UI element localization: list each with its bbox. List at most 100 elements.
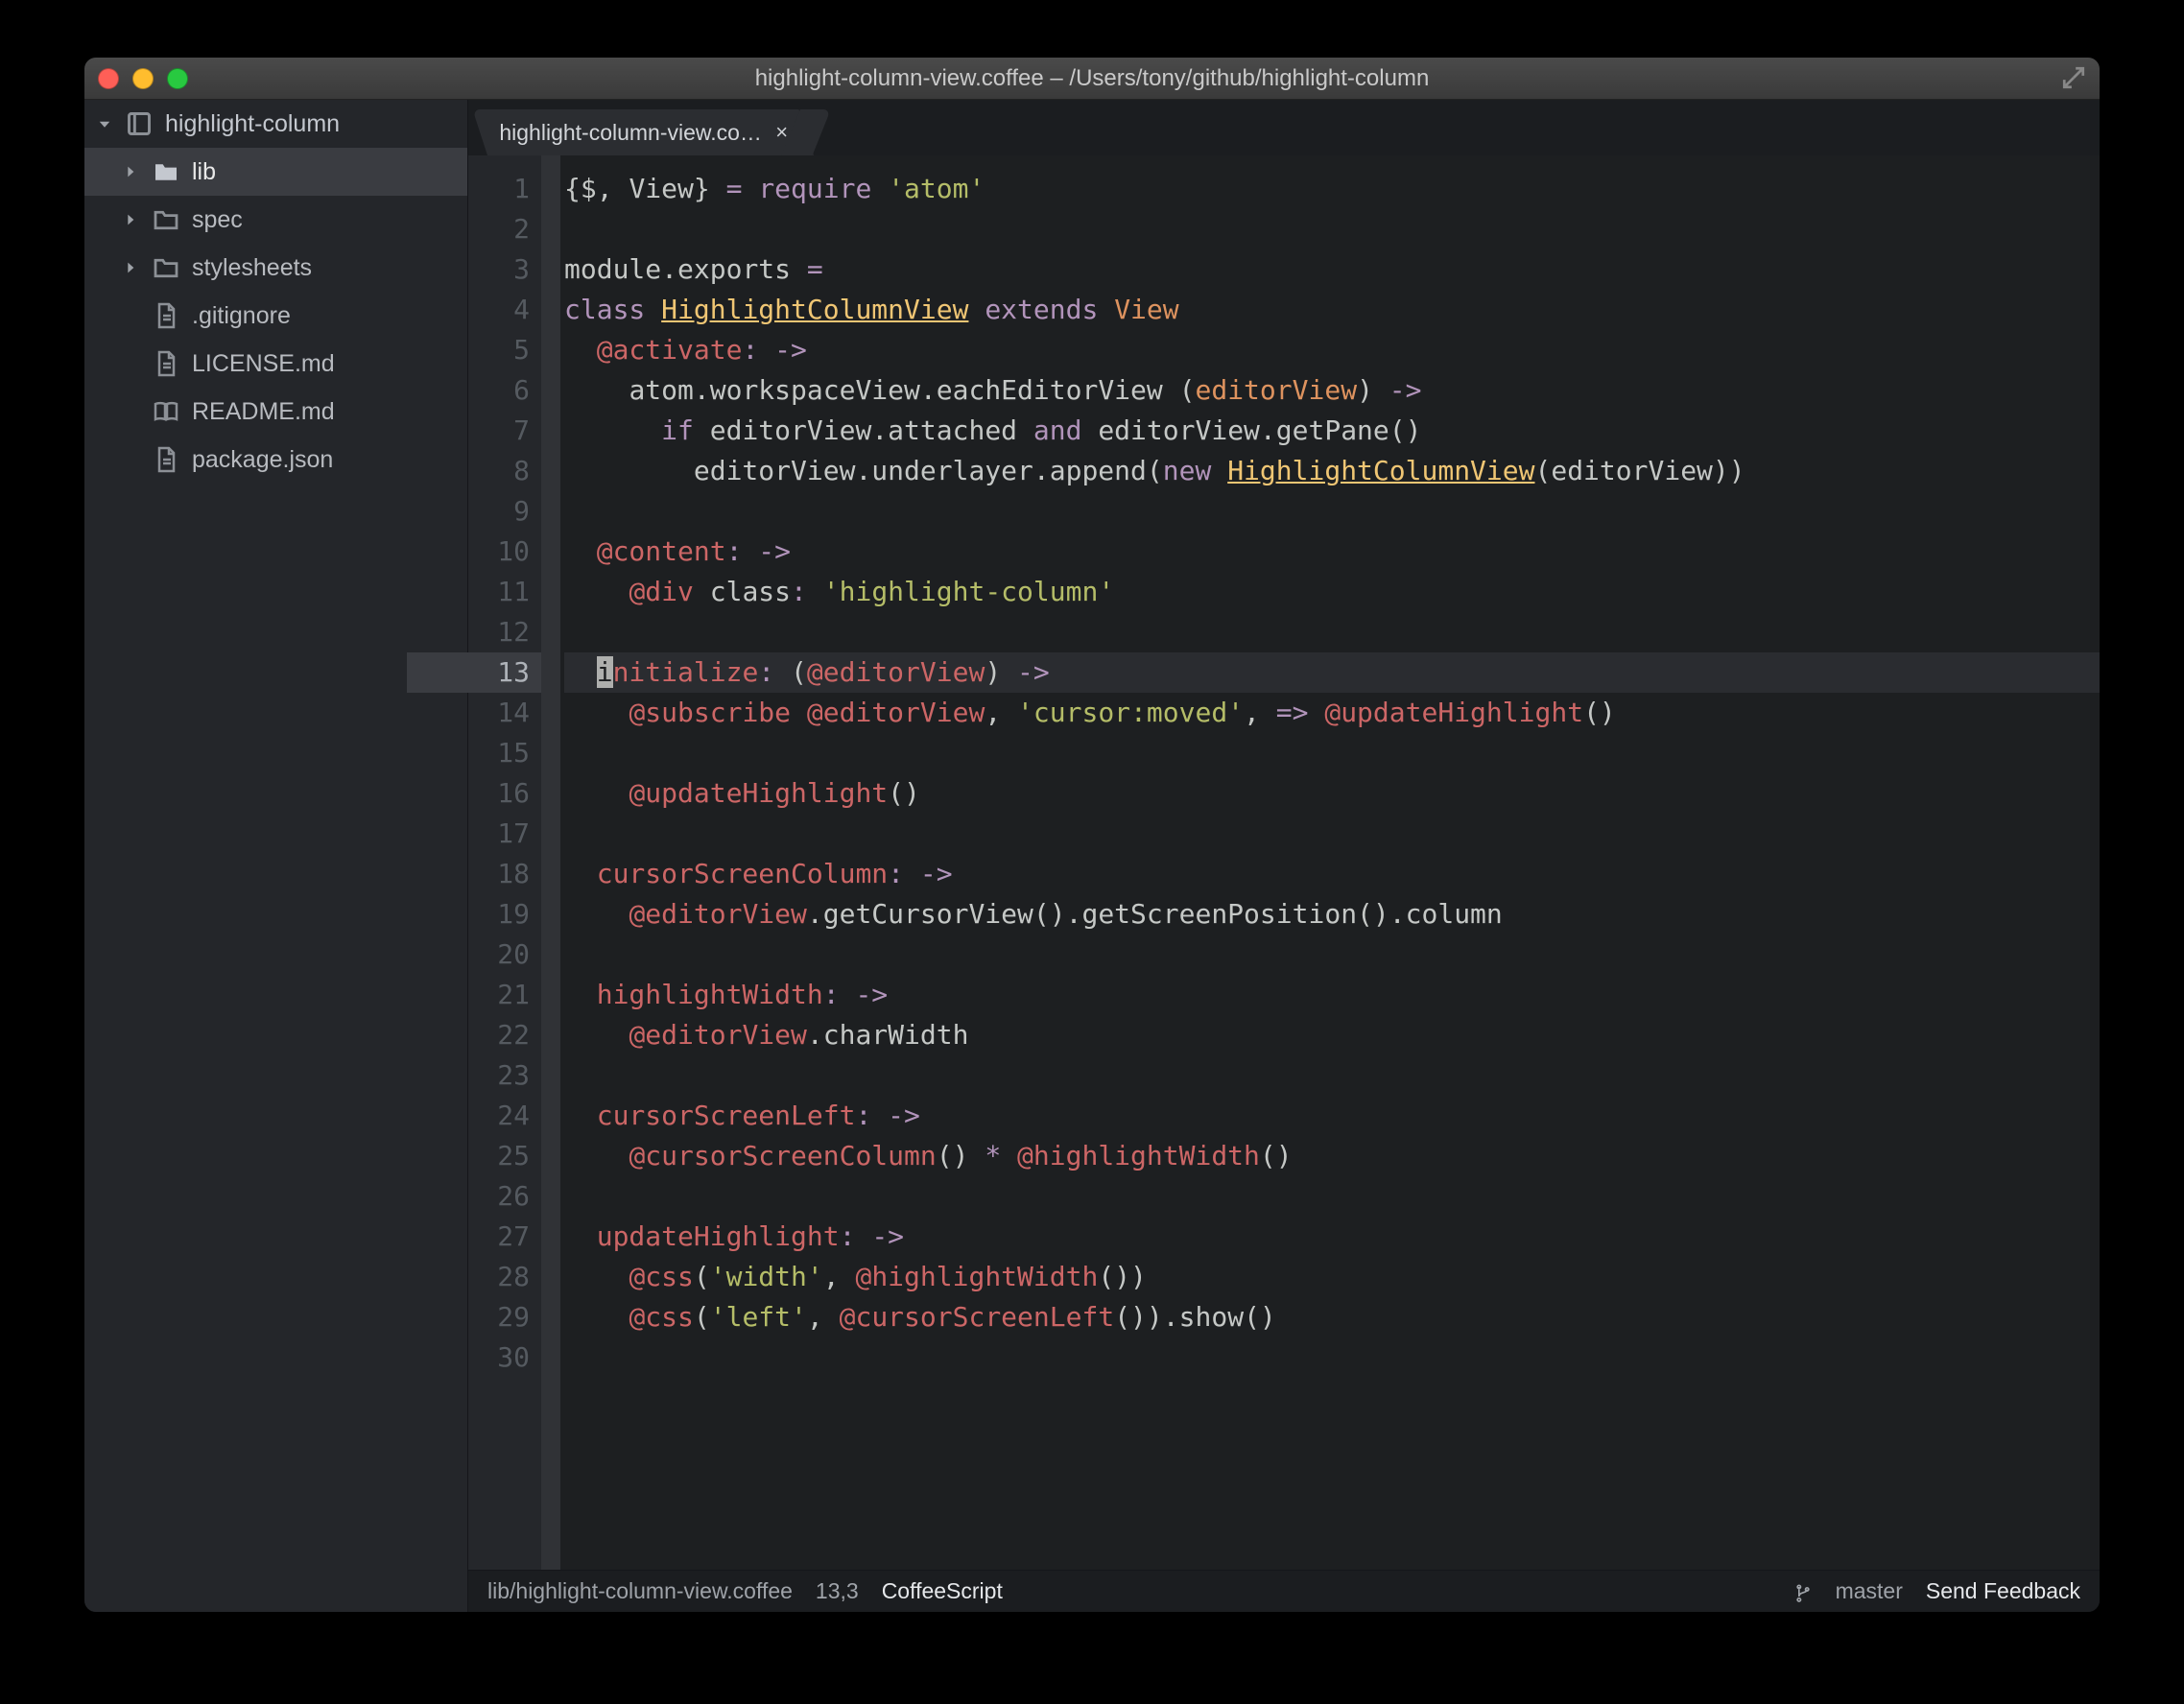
line-number[interactable]: 30 (468, 1337, 530, 1378)
line-number[interactable]: 18 (468, 854, 530, 894)
code-line[interactable]: @editorView.charWidth (564, 1015, 2100, 1055)
status-path[interactable]: lib/highlight-column-view.coffee (487, 1578, 793, 1604)
project-name: highlight-column (165, 110, 467, 138)
app-body: highlight-column lib specstylesheets.giti… (84, 100, 2100, 1612)
code-line[interactable]: @updateHighlight() (564, 773, 2100, 814)
folder-outline-icon (152, 209, 180, 230)
line-number[interactable]: 10 (468, 532, 530, 572)
project-root[interactable]: highlight-column (84, 100, 467, 148)
code-line[interactable] (564, 1337, 2100, 1378)
code-line[interactable]: updateHighlight: -> (564, 1217, 2100, 1257)
code-line[interactable]: {$, View} = require 'atom' (564, 169, 2100, 209)
code-line[interactable] (564, 814, 2100, 854)
code-line[interactable]: cursorScreenColumn: -> (564, 854, 2100, 894)
code-line[interactable] (564, 1176, 2100, 1217)
line-number[interactable]: 28 (468, 1257, 530, 1297)
traffic-lights (98, 68, 188, 89)
line-number[interactable]: 22 (468, 1015, 530, 1055)
code-line[interactable] (564, 733, 2100, 773)
code-line[interactable]: @css('width', @highlightWidth()) (564, 1257, 2100, 1297)
code-line[interactable]: atom.workspaceView.eachEditorView (edito… (564, 370, 2100, 411)
line-number[interactable]: 14 (468, 693, 530, 733)
fullscreen-icon[interactable] (2061, 65, 2086, 90)
code-line[interactable]: @content: -> (564, 532, 2100, 572)
line-number[interactable]: 13 (407, 652, 541, 693)
window-close-button[interactable] (98, 68, 119, 89)
tree-item-label: LICENSE.md (192, 350, 467, 378)
line-number[interactable]: 11 (468, 572, 530, 612)
line-number[interactable]: 25 (468, 1136, 530, 1176)
line-number[interactable]: 6 (468, 370, 530, 411)
line-number[interactable]: 23 (468, 1055, 530, 1096)
line-number[interactable]: 2 (468, 209, 530, 249)
line-number[interactable]: 26 (468, 1176, 530, 1217)
app-window: highlight-column-view.coffee – /Users/to… (84, 58, 2100, 1612)
tree-file[interactable]: README.md (84, 388, 467, 436)
code-line[interactable]: class HighlightColumnView extends View (564, 290, 2100, 330)
code-line[interactable]: @editorView.getCursorView().getScreenPos… (564, 894, 2100, 935)
code-line[interactable]: @cursorScreenColumn() * @highlightWidth(… (564, 1136, 2100, 1176)
line-number[interactable]: 8 (468, 451, 530, 491)
tree-file[interactable]: LICENSE.md (84, 340, 467, 388)
tree-folder[interactable]: spec (84, 196, 467, 244)
line-number-gutter[interactable]: 1234567891011121314151617181920212223242… (468, 155, 541, 1570)
tree-item-label: lib (192, 158, 467, 186)
git-branch-icon (1793, 1580, 1813, 1603)
line-number[interactable]: 3 (468, 249, 530, 290)
chevron-right-icon (123, 164, 140, 179)
code-line[interactable]: @subscribe @editorView, 'cursor:moved', … (564, 693, 2100, 733)
tree-folder[interactable]: lib (84, 148, 467, 196)
code-line[interactable]: editorView.underlayer.append(new Highlig… (564, 451, 2100, 491)
code-editor[interactable]: 1234567891011121314151617181920212223242… (468, 155, 2100, 1570)
project-tree[interactable]: highlight-column lib specstylesheets.giti… (84, 100, 468, 1612)
line-number[interactable]: 15 (468, 733, 530, 773)
line-number[interactable]: 27 (468, 1217, 530, 1257)
code-line[interactable] (564, 209, 2100, 249)
book-icon (152, 400, 180, 423)
code-line[interactable]: initialize: (@editorView) -> (564, 652, 2100, 693)
line-number[interactable]: 21 (468, 975, 530, 1015)
close-icon[interactable]: × (775, 120, 788, 145)
code-line[interactable]: if editorView.attached and editorView.ge… (564, 411, 2100, 451)
file-icon (152, 350, 180, 377)
line-number[interactable]: 16 (468, 773, 530, 814)
tree-folder[interactable]: stylesheets (84, 244, 467, 292)
tab-bar[interactable]: highlight-column-view.co… × (468, 100, 2100, 155)
line-number[interactable]: 19 (468, 894, 530, 935)
send-feedback-link[interactable]: Send Feedback (1926, 1578, 2080, 1604)
folder-outline-icon (152, 257, 180, 278)
status-cursor-position[interactable]: 13,3 (816, 1578, 859, 1604)
chevron-right-icon (123, 260, 140, 275)
titlebar: highlight-column-view.coffee – /Users/to… (84, 58, 2100, 100)
status-bar: lib/highlight-column-view.coffee 13,3 Co… (468, 1570, 2100, 1612)
code-line[interactable]: cursorScreenLeft: -> (564, 1096, 2100, 1136)
code-line[interactable]: @activate: -> (564, 330, 2100, 370)
tree-file[interactable]: .gitignore (84, 292, 467, 340)
tab-label: highlight-column-view.co… (499, 120, 762, 146)
line-number[interactable]: 29 (468, 1297, 530, 1337)
file-tab[interactable]: highlight-column-view.co… × (472, 109, 814, 155)
code-line[interactable]: highlightWidth: -> (564, 975, 2100, 1015)
code-line[interactable] (564, 935, 2100, 975)
code-line[interactable]: @css('left', @cursorScreenLeft()).show() (564, 1297, 2100, 1337)
window-minimize-button[interactable] (132, 68, 154, 89)
line-number[interactable]: 7 (468, 411, 530, 451)
code-area[interactable]: {$, View} = require 'atom' module.export… (560, 155, 2100, 1570)
code-line[interactable] (564, 491, 2100, 532)
code-line[interactable]: @div class: 'highlight-column' (564, 572, 2100, 612)
line-number[interactable]: 4 (468, 290, 530, 330)
code-line[interactable] (564, 612, 2100, 652)
code-line[interactable]: module.exports = (564, 249, 2100, 290)
tree-file[interactable]: package.json (84, 436, 467, 484)
line-number[interactable]: 1 (468, 169, 530, 209)
line-number[interactable]: 5 (468, 330, 530, 370)
line-number[interactable]: 9 (468, 491, 530, 532)
code-line[interactable] (564, 1055, 2100, 1096)
line-number[interactable]: 17 (468, 814, 530, 854)
window-zoom-button[interactable] (167, 68, 188, 89)
line-number[interactable]: 12 (468, 612, 530, 652)
git-branch[interactable]: master (1836, 1578, 1903, 1604)
status-language[interactable]: CoffeeScript (882, 1578, 1003, 1604)
line-number[interactable]: 24 (468, 1096, 530, 1136)
line-number[interactable]: 20 (468, 935, 530, 975)
